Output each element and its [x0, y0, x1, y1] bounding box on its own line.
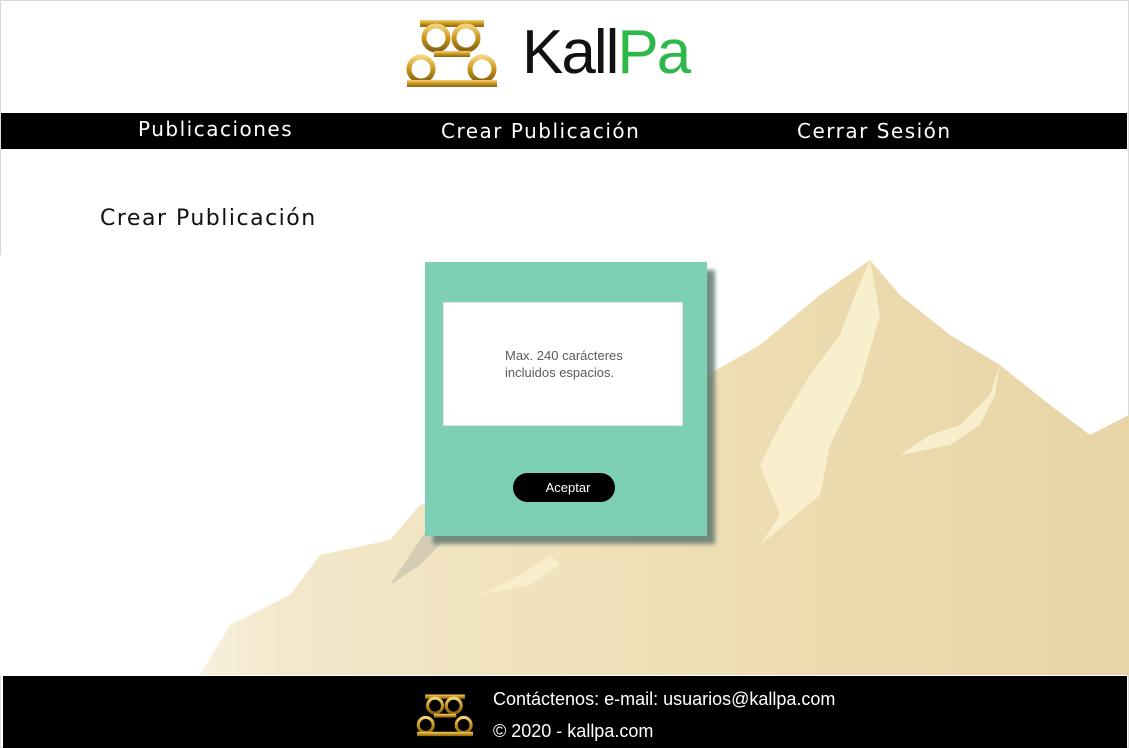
- footer-copyright: © 2020 - kallpa.com: [493, 721, 654, 741]
- main-nav: Publicaciones Crear Publicación Cerrar S…: [1, 113, 1127, 149]
- logo-wordmark-kall: Kall: [522, 18, 619, 87]
- post-textarea[interactable]: [443, 302, 683, 426]
- logo-wordmark-pa: Pa: [617, 18, 691, 87]
- kallpa-gold-rings-icon: [416, 694, 473, 737]
- footer-contact[interactable]: Contáctenos: e-mail: usuarios@kallpa.com: [493, 689, 835, 710]
- kallpa-logo[interactable]: KallPa: [404, 16, 720, 92]
- create-post-form: Aceptar: [425, 262, 707, 536]
- nav-item-cerrar-sesion[interactable]: Cerrar Sesión: [797, 113, 952, 149]
- kallpa-gold-rings-icon: [406, 20, 497, 87]
- site-header: KallPa: [0, 0, 1129, 112]
- logo-wordmark: KallPa: [522, 22, 691, 84]
- site-footer: Contáctenos: e-mail: usuarios@kallpa.com…: [3, 676, 1127, 748]
- page-title: Crear Publicación: [100, 206, 317, 231]
- nav-item-publicaciones[interactable]: Publicaciones: [138, 111, 293, 147]
- accept-button[interactable]: Aceptar: [513, 473, 615, 502]
- nav-item-crear-publicacion[interactable]: Crear Publicación: [441, 113, 640, 149]
